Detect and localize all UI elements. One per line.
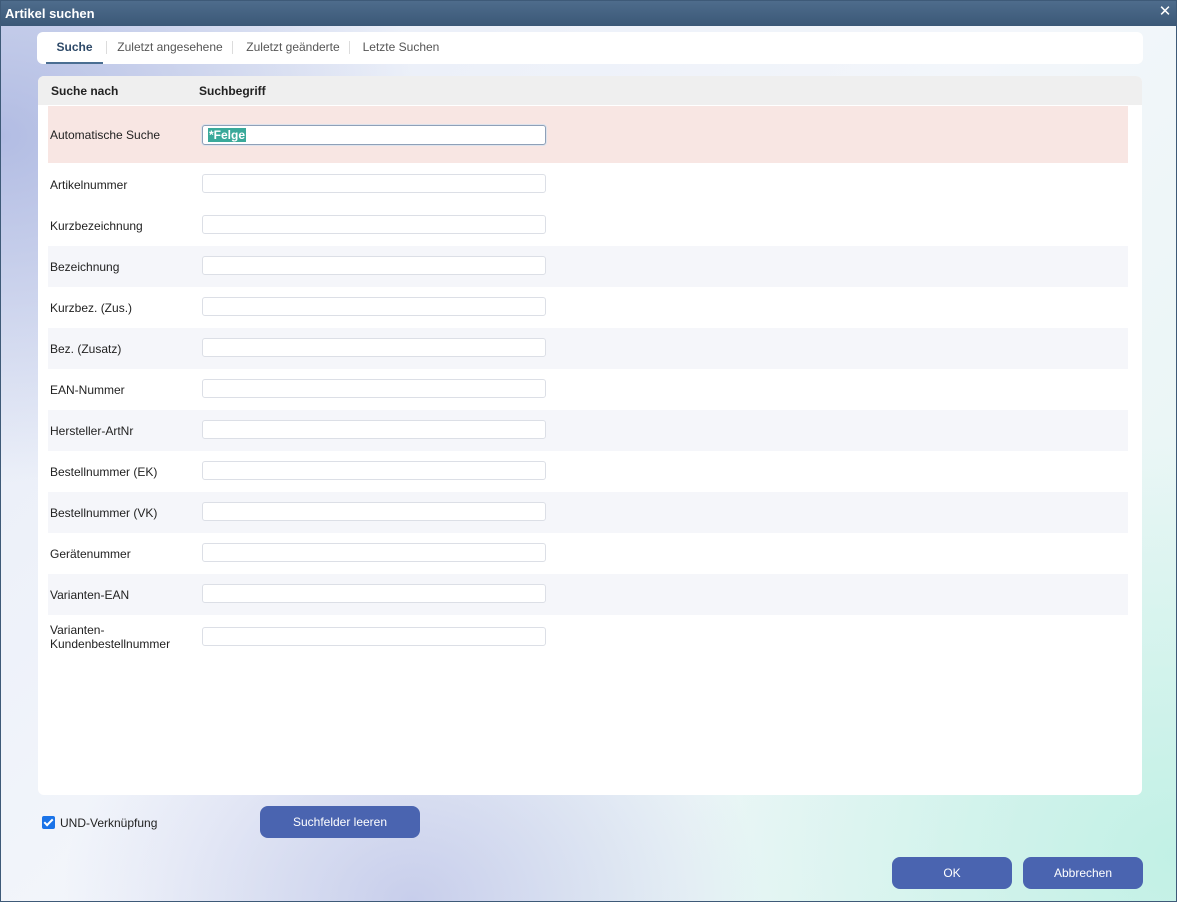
search-row-hersteller-artnr: Hersteller-ArtNr	[48, 410, 1128, 451]
kurzbezeichnung-input[interactable]	[202, 215, 546, 234]
ean-nummer-input[interactable]	[202, 379, 546, 398]
article-search-dialog: Artikel suchen ✕ Suche Zuletzt angesehen…	[0, 0, 1177, 902]
field-label: EAN-Nummer	[50, 383, 125, 397]
field-label: Gerätenummer	[50, 547, 131, 561]
search-row-kurzbezeichnung: Kurzbezeichnung	[48, 205, 1128, 246]
tab-divider	[349, 41, 350, 54]
selected-text: *Felge	[208, 128, 247, 142]
tab-bar: Suche Zuletzt angesehene Zuletzt geänder…	[37, 32, 1143, 64]
hersteller-artnr-input[interactable]	[202, 420, 546, 439]
search-panel: Suche nach Suchbegriff Automatische Such…	[38, 76, 1142, 795]
table-header: Suche nach Suchbegriff	[38, 76, 1142, 105]
bestellnummer-vk-input[interactable]	[202, 502, 546, 521]
search-row-geraetenummer: Gerätenummer	[48, 533, 1128, 574]
ok-button[interactable]: OK	[892, 857, 1012, 889]
tab-zuletzt-geaenderte[interactable]: Zuletzt geänderte	[239, 32, 347, 62]
search-row-ean-nummer: EAN-Nummer	[48, 369, 1128, 410]
field-label-line2: Kundenbestellnummer	[50, 637, 171, 651]
field-label: Artikelnummer	[50, 178, 128, 192]
artikelnummer-input[interactable]	[202, 174, 546, 193]
tab-letzte-suchen[interactable]: Letzte Suchen	[357, 32, 445, 62]
cancel-button[interactable]: Abbrechen	[1023, 857, 1143, 889]
search-row-bestellnummer-ek: Bestellnummer (EK)	[48, 451, 1128, 492]
field-label: Varianten- Kundenbestellnummer	[50, 623, 170, 651]
column-header-search-by: Suche nach	[51, 84, 119, 98]
bestellnummer-ek-input[interactable]	[202, 461, 546, 480]
and-link-label: UND-Verknüpfung	[60, 816, 158, 830]
search-row-varianten-ean: Varianten-EAN	[48, 574, 1128, 615]
field-label: Hersteller-ArtNr	[50, 424, 134, 438]
field-label: Bez. (Zusatz)	[50, 342, 122, 356]
field-label-line1: Varianten-	[50, 623, 105, 637]
search-row-varianten-kundenbestellnummer: Varianten- Kundenbestellnummer	[48, 615, 1128, 663]
tab-divider	[106, 41, 107, 54]
field-label: Varianten-EAN	[50, 588, 130, 602]
search-row-bezeichnung: Bezeichnung	[48, 246, 1128, 287]
search-row-bez-zusatz: Bez. (Zusatz)	[48, 328, 1128, 369]
field-label: Bezeichnung	[50, 260, 120, 274]
tab-suche[interactable]: Suche	[46, 32, 103, 64]
clear-fields-button[interactable]: Suchfelder leeren	[260, 806, 420, 838]
tab-zuletzt-angesehene[interactable]: Zuletzt angesehene	[111, 32, 229, 62]
close-icon[interactable]: ✕	[1158, 4, 1172, 19]
tab-divider	[232, 41, 233, 54]
column-header-search-term: Suchbegriff	[199, 84, 266, 98]
search-row-artikelnummer: Artikelnummer	[48, 164, 1128, 205]
field-label: Automatische Suche	[50, 128, 161, 142]
kurzbez-zus-input[interactable]	[202, 297, 546, 316]
bez-zusatz-input[interactable]	[202, 338, 546, 357]
field-label: Bestellnummer (EK)	[50, 465, 158, 479]
dialog-title: Artikel suchen	[5, 6, 95, 21]
field-label: Bestellnummer (VK)	[50, 506, 158, 520]
varianten-kundenbestellnummer-input[interactable]	[202, 627, 546, 646]
search-row-automatische-suche: Automatische Suche *Felge	[48, 106, 1128, 163]
search-row-kurzbez-zus: Kurzbez. (Zus.)	[48, 287, 1128, 328]
bezeichnung-input[interactable]	[202, 256, 546, 275]
search-row-bestellnummer-vk: Bestellnummer (VK)	[48, 492, 1128, 533]
geraetenummer-input[interactable]	[202, 543, 546, 562]
varianten-ean-input[interactable]	[202, 584, 546, 603]
title-bar: Artikel suchen ✕	[1, 1, 1176, 26]
automatic-search-input[interactable]: *Felge	[202, 125, 546, 145]
and-link-checkbox[interactable]	[42, 816, 55, 829]
field-label: Kurzbezeichnung	[50, 219, 143, 233]
field-label: Kurzbez. (Zus.)	[50, 301, 133, 315]
